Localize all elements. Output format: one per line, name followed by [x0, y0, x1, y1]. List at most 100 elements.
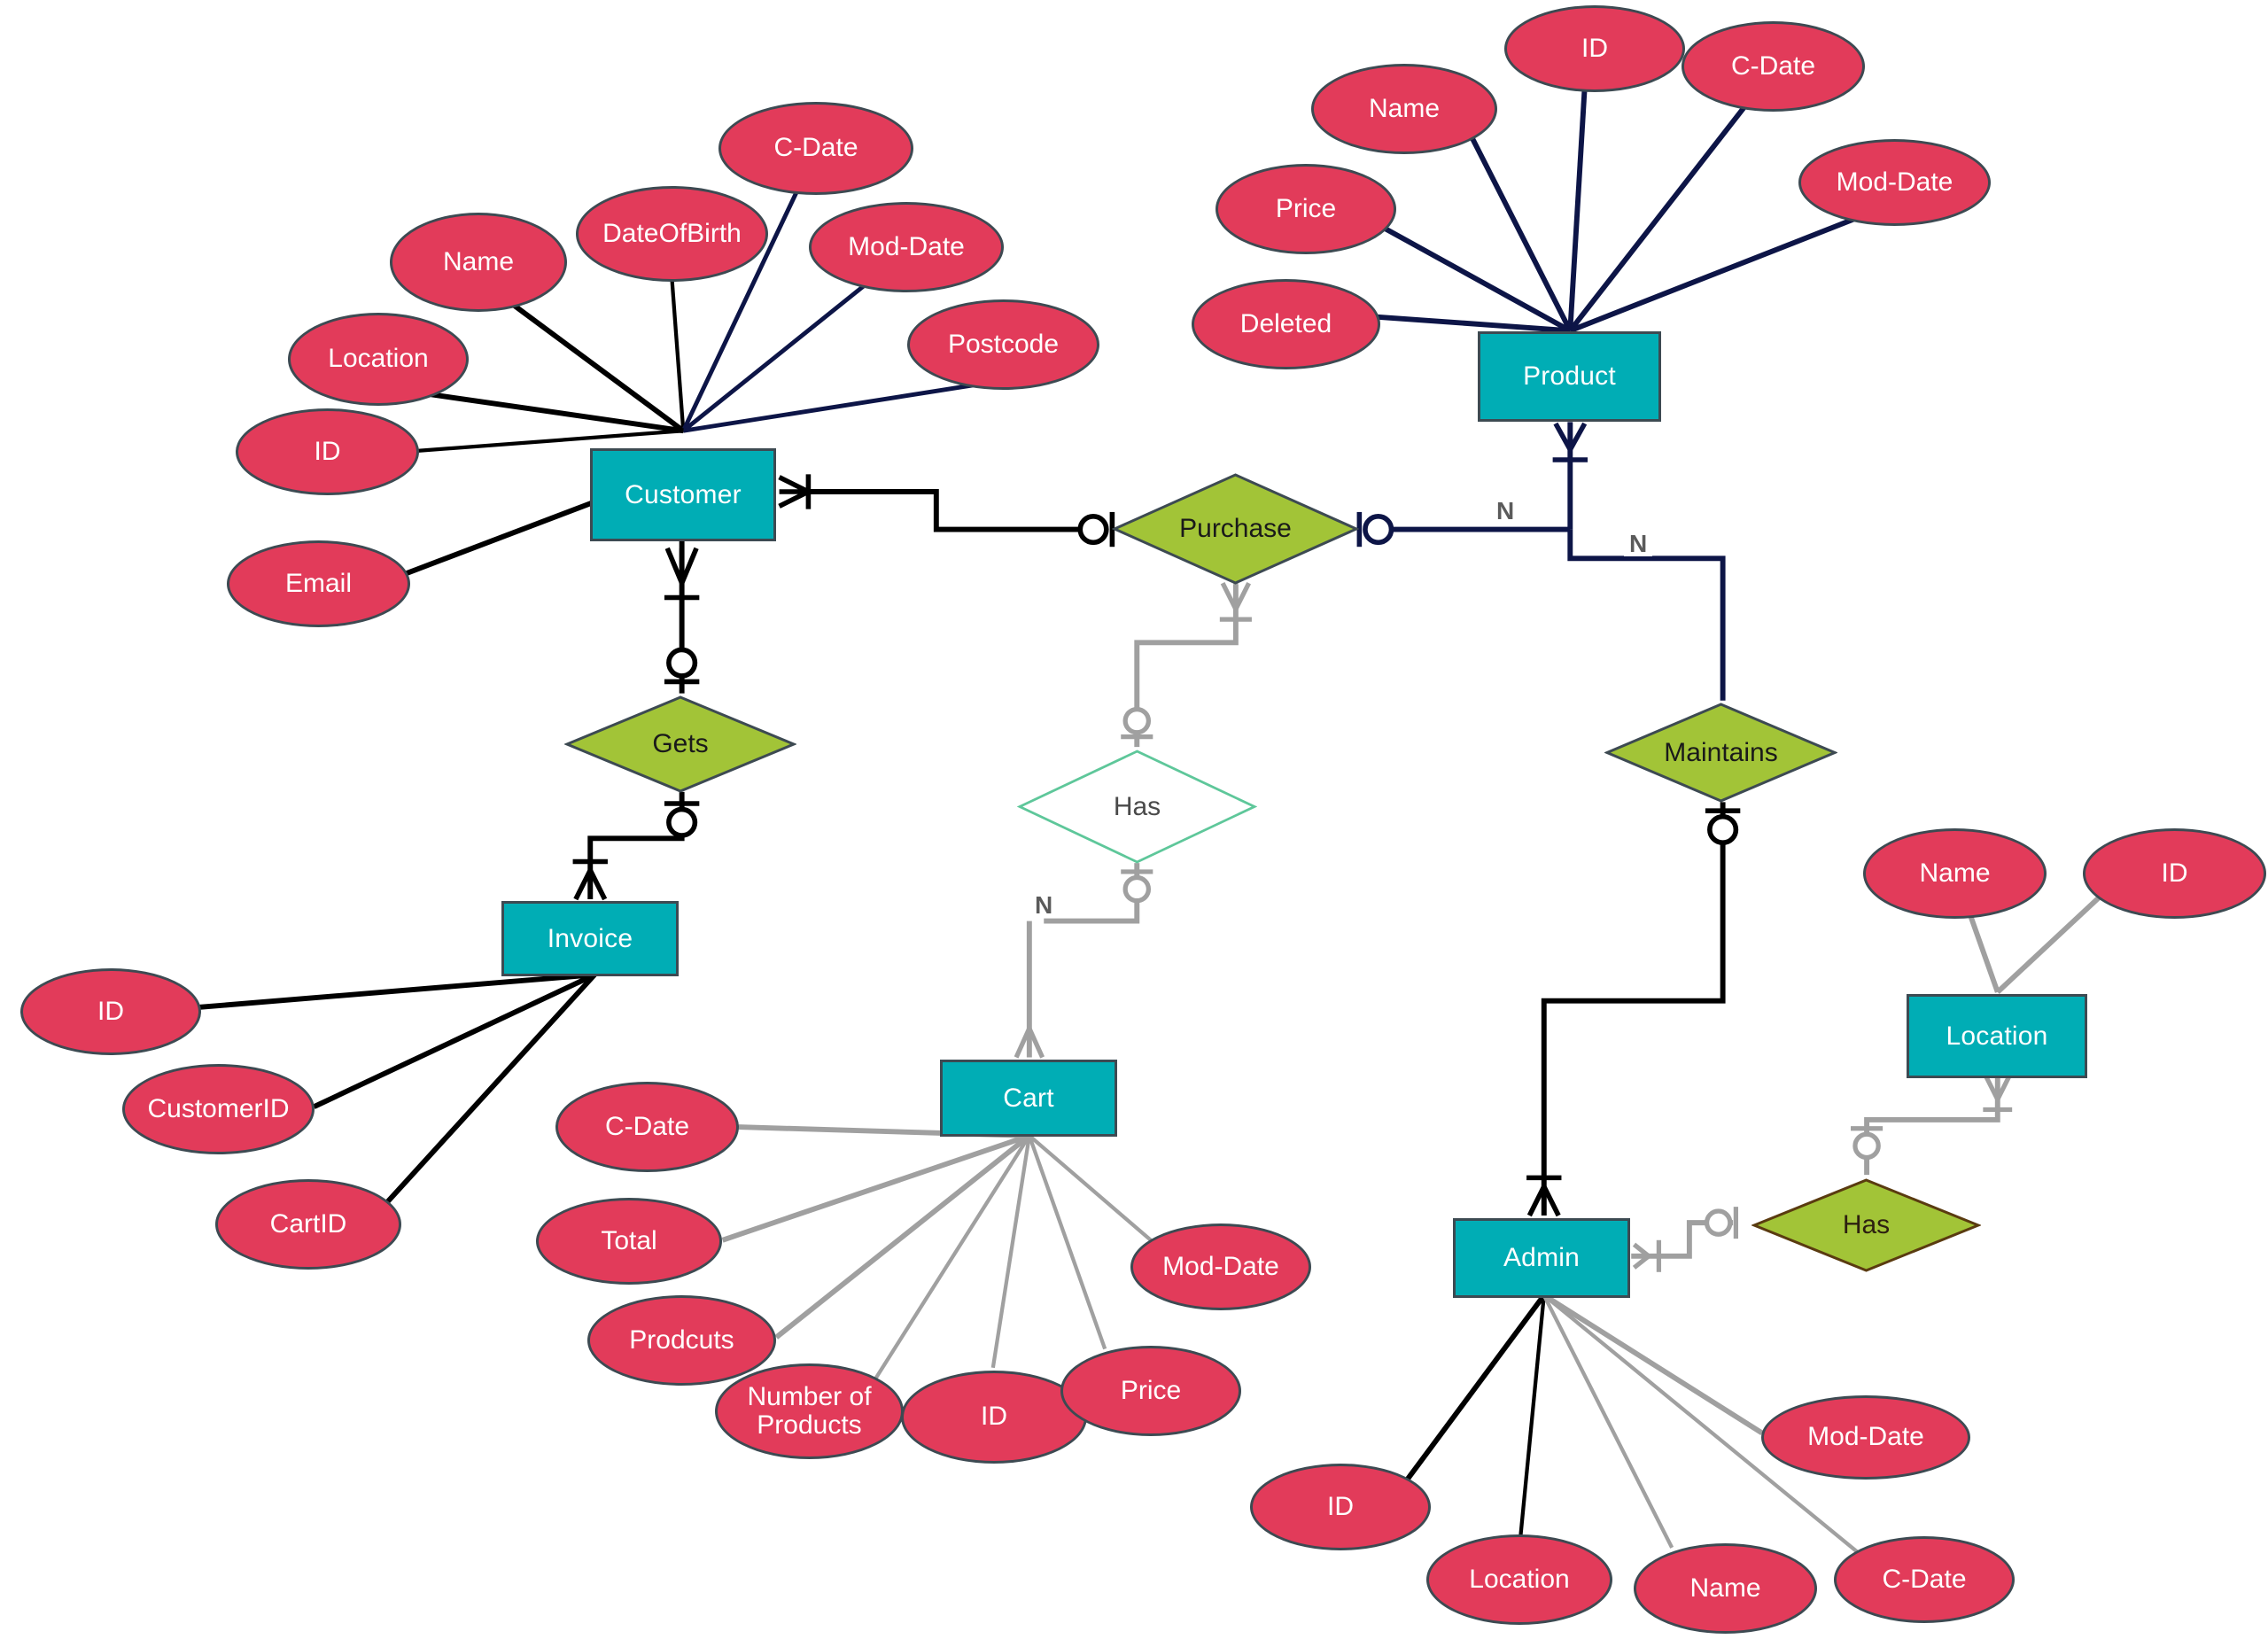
relationship-gets[interactable]: Gets: [564, 695, 796, 794]
attribute-invoice-customerid[interactable]: CustomerID: [122, 1064, 315, 1154]
attribute-label: Email: [284, 568, 352, 598]
maintains-admin-link: [1526, 802, 1741, 1217]
attribute-label: Mod-Date: [1162, 1251, 1279, 1281]
attribute-cart-total[interactable]: Total: [536, 1198, 722, 1285]
attribute-admin-moddate[interactable]: Mod-Date: [1761, 1395, 1970, 1480]
attribute-label: ID: [981, 1402, 1007, 1432]
entity-location[interactable]: Location: [1907, 994, 2087, 1078]
attribute-customer-moddate[interactable]: Mod-Date: [809, 202, 1004, 292]
attribute-customer-email[interactable]: Email: [227, 540, 410, 627]
customer-gets-link: [664, 540, 700, 694]
er-diagram-canvas: .lk-black{stroke:#000000;fill:none;} .lk…: [0, 0, 2268, 1639]
attribute-label: C-Date: [773, 133, 858, 163]
cart-attribute-links: [721, 1124, 1158, 1385]
attribute-label: ID: [1581, 33, 1608, 63]
cardinality-text: N: [1629, 530, 1648, 557]
relationship-maintains[interactable]: Maintains: [1604, 702, 1837, 804]
attribute-customer-postcode[interactable]: Postcode: [907, 299, 1099, 390]
attribute-admin-id[interactable]: ID: [1250, 1464, 1431, 1550]
relationship-gets-label: Gets: [652, 729, 709, 758]
location-has-link: [1851, 1075, 2013, 1176]
attribute-invoice-cartid[interactable]: CartID: [215, 1179, 401, 1270]
attribute-label: Mod-Date: [1836, 167, 1953, 197]
attribute-cart-price[interactable]: Price: [1060, 1346, 1241, 1436]
cardinality-label-has-cart: N: [1029, 891, 1059, 919]
attribute-label: Name: [1689, 1573, 1761, 1603]
cardinality-label-product-maintains: N: [1624, 530, 1653, 557]
attribute-label: C-Date: [1730, 50, 1816, 81]
attribute-admin-location[interactable]: Location: [1426, 1534, 1612, 1625]
attribute-product-name[interactable]: Name: [1311, 64, 1497, 154]
entity-admin[interactable]: Admin: [1453, 1218, 1630, 1298]
entity-customer-label: Customer: [625, 479, 742, 509]
attribute-label: Postcode: [947, 329, 1060, 359]
attribute-customer-location[interactable]: Location: [288, 313, 469, 406]
attribute-label: Mod-Date: [1807, 1422, 1924, 1452]
attribute-product-moddate[interactable]: Mod-Date: [1798, 139, 1991, 226]
attribute-cart-cdate[interactable]: C-Date: [555, 1082, 739, 1172]
entity-invoice[interactable]: Invoice: [501, 901, 679, 976]
attribute-customer-id[interactable]: ID: [236, 408, 419, 495]
purchase-product-link: [1356, 422, 1726, 701]
entity-invoice-label: Invoice: [547, 923, 633, 953]
relationship-purchase[interactable]: Purchase: [1112, 472, 1359, 586]
attribute-product-id[interactable]: ID: [1504, 5, 1685, 92]
attribute-cart-id[interactable]: ID: [901, 1371, 1087, 1464]
attribute-label: Mod-Date: [848, 231, 965, 261]
cardinality-text: N: [1035, 891, 1053, 919]
admin-has-link: [1631, 1207, 1739, 1272]
gets-invoice-link: [572, 791, 700, 901]
attribute-label: ID: [1327, 1491, 1354, 1521]
relationship-has-cart-label: Has: [1113, 791, 1161, 821]
attribute-label: Number of Products: [747, 1381, 872, 1440]
attribute-label: Location: [328, 344, 429, 374]
attribute-label: DateOfBirth: [602, 218, 742, 248]
cardinality-text: N: [1496, 497, 1515, 524]
attribute-customer-name[interactable]: Name: [390, 213, 567, 312]
attribute-label: Total: [601, 1225, 657, 1255]
attribute-label: ID: [2161, 858, 2188, 888]
purchase-has-link: [1121, 581, 1252, 748]
relationship-has-admin[interactable]: Has: [1751, 1177, 1981, 1273]
attribute-label: Location: [1469, 1564, 1570, 1594]
attribute-label: Price: [1275, 193, 1337, 223]
attribute-cart-prodcuts[interactable]: Prodcuts: [587, 1295, 776, 1386]
attribute-location-name[interactable]: Name: [1863, 828, 2047, 919]
attribute-customer-cdate[interactable]: C-Date: [718, 102, 913, 195]
entity-product[interactable]: Product: [1478, 331, 1661, 422]
customer-purchase-link: [778, 474, 1115, 548]
attribute-product-price[interactable]: Price: [1216, 164, 1396, 254]
attribute-customer-dateofbirth[interactable]: DateOfBirth: [576, 186, 768, 282]
attribute-label: C-Date: [1882, 1564, 1967, 1594]
attribute-cart-moddate[interactable]: Mod-Date: [1130, 1223, 1311, 1310]
attribute-product-deleted[interactable]: Deleted: [1192, 279, 1380, 369]
entity-cart[interactable]: Cart: [940, 1060, 1117, 1137]
attribute-location-id[interactable]: ID: [2083, 828, 2266, 919]
relationship-has-admin-label: Has: [1842, 1210, 1891, 1239]
attribute-cart-number-of-products[interactable]: Number of Products: [715, 1363, 904, 1459]
attribute-label: ID: [97, 996, 124, 1026]
entity-cart-label: Cart: [1003, 1083, 1054, 1113]
entity-product-label: Product: [1523, 361, 1616, 391]
relationship-has-cart[interactable]: Has: [1017, 749, 1257, 865]
attribute-admin-name[interactable]: Name: [1634, 1543, 1817, 1634]
attribute-label: ID: [314, 436, 341, 466]
attribute-label: CustomerID: [147, 1093, 290, 1123]
cardinality-label-purchase-product: N: [1491, 497, 1520, 524]
relationship-maintains-label: Maintains: [1664, 737, 1778, 767]
attribute-label: C-Date: [604, 1111, 690, 1141]
attribute-label: Deleted: [1239, 308, 1332, 338]
attribute-invoice-id[interactable]: ID: [20, 968, 201, 1055]
attribute-label: Prodcuts: [629, 1324, 734, 1355]
attribute-label: Name: [442, 246, 515, 276]
attribute-label: CartID: [269, 1208, 347, 1239]
attribute-product-cdate[interactable]: C-Date: [1682, 21, 1865, 112]
relationship-purchase-label: Purchase: [1179, 514, 1292, 543]
entity-location-label: Location: [1946, 1021, 2048, 1051]
entity-customer[interactable]: Customer: [590, 448, 776, 541]
attribute-label: Name: [1919, 858, 1991, 888]
attribute-admin-cdate[interactable]: C-Date: [1834, 1536, 2015, 1623]
attribute-label: Name: [1368, 93, 1441, 123]
attribute-label: Price: [1120, 1375, 1182, 1405]
entity-admin-label: Admin: [1503, 1243, 1581, 1272]
